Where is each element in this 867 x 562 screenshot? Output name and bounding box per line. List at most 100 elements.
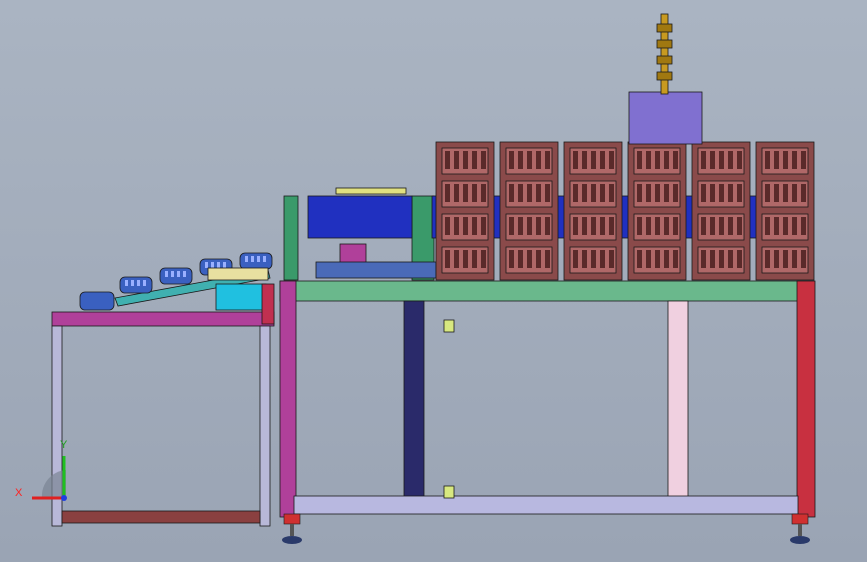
infeed-bottom-rail [61, 510, 261, 524]
crate-slot [509, 250, 514, 268]
crate-slot [664, 151, 669, 169]
crate-slot [765, 151, 770, 169]
crate-slot [582, 217, 587, 235]
crate-slot [792, 184, 797, 202]
crate-rack-icon [691, 141, 751, 281]
crate-rack-icon [499, 141, 559, 281]
crate-slot [774, 151, 779, 169]
crate-rack-icon [755, 141, 815, 281]
press-station [283, 187, 437, 281]
blue-cradle-icon [159, 267, 193, 285]
crate-slot [518, 184, 523, 202]
press-post-left [283, 195, 299, 281]
crate-slot [527, 217, 532, 235]
control-box [628, 91, 703, 145]
crate-slot [664, 184, 669, 202]
foot-stem [290, 524, 294, 536]
crate-slot [463, 217, 468, 235]
crate-slot [719, 217, 724, 235]
crate-slot [774, 217, 779, 235]
crate-slot [454, 217, 459, 235]
crate-slot [701, 250, 706, 268]
foot-pad [790, 536, 810, 544]
crate-slot [765, 184, 770, 202]
crate-slot [637, 151, 642, 169]
crate-slot [463, 250, 468, 268]
crate-slot [472, 217, 477, 235]
crate-slot [737, 217, 742, 235]
crate-slot [481, 184, 486, 202]
crate-slot [801, 151, 806, 169]
crate-rack-icon [435, 141, 495, 281]
caster-foot-icon [282, 513, 302, 544]
cradle-slot [137, 280, 140, 286]
crate-slot [573, 184, 578, 202]
crate-slot [600, 250, 605, 268]
crate-slot [655, 184, 660, 202]
crate-slot [719, 250, 724, 268]
crate-rack-icon [563, 141, 623, 281]
crate-slot [765, 217, 770, 235]
crate-slot [655, 151, 660, 169]
cradle-body [119, 276, 153, 294]
infeed-leg-right [259, 325, 271, 527]
crate-slot [783, 184, 788, 202]
crate-slot [792, 151, 797, 169]
crate-slot [472, 184, 477, 202]
infeed-tabletop [51, 311, 275, 327]
crate-slot [710, 250, 715, 268]
crate-slot [600, 217, 605, 235]
triad-y-label: Y [60, 439, 68, 451]
foot-stem [798, 524, 802, 536]
cradle-slot [217, 262, 220, 268]
crate-slot [454, 184, 459, 202]
crate-slot [536, 184, 541, 202]
crate-slot [783, 151, 788, 169]
crate-slot [518, 151, 523, 169]
main-leg-right [796, 280, 816, 518]
tower-lamp [656, 55, 673, 65]
crate-slot [609, 151, 614, 169]
crate-slot [646, 250, 651, 268]
crate-slot [792, 250, 797, 268]
crate-slot [783, 250, 788, 268]
crate-slot [637, 250, 642, 268]
crate-slot [801, 250, 806, 268]
crate-slot [591, 184, 596, 202]
crate-slot [701, 151, 706, 169]
crate-slot [646, 151, 651, 169]
infeed-table [51, 311, 275, 527]
crate-slot [701, 184, 706, 202]
blue-cradle-icon [239, 252, 273, 270]
crate-slot [582, 184, 587, 202]
crate-slot [609, 250, 614, 268]
wood-block [207, 267, 269, 281]
crate-slot [737, 250, 742, 268]
center-post-dark [403, 300, 425, 498]
cradle-slot [223, 262, 226, 268]
cradle-slot [183, 271, 186, 277]
crate-slot [609, 184, 614, 202]
crate-slot [454, 250, 459, 268]
crate-slot [527, 250, 532, 268]
crate-slot [801, 184, 806, 202]
bottom-rail [293, 495, 799, 515]
crate-slot [774, 184, 779, 202]
crate-slot [509, 184, 514, 202]
cad-viewport[interactable] [0, 0, 867, 562]
crate-slot [737, 151, 742, 169]
cradle-slot [125, 280, 128, 286]
crate-slot [673, 250, 678, 268]
crate-slot [509, 217, 514, 235]
crate-slot [600, 184, 605, 202]
crate-slot [454, 151, 459, 169]
cradle-slot [165, 271, 168, 277]
crate-slot [481, 250, 486, 268]
crate-slot [445, 184, 450, 202]
crate-slot [792, 217, 797, 235]
crate-slot [591, 217, 596, 235]
crate-slot [518, 217, 523, 235]
crate-slot [664, 250, 669, 268]
tower-lamp [656, 23, 673, 33]
cradle-slot [211, 262, 214, 268]
